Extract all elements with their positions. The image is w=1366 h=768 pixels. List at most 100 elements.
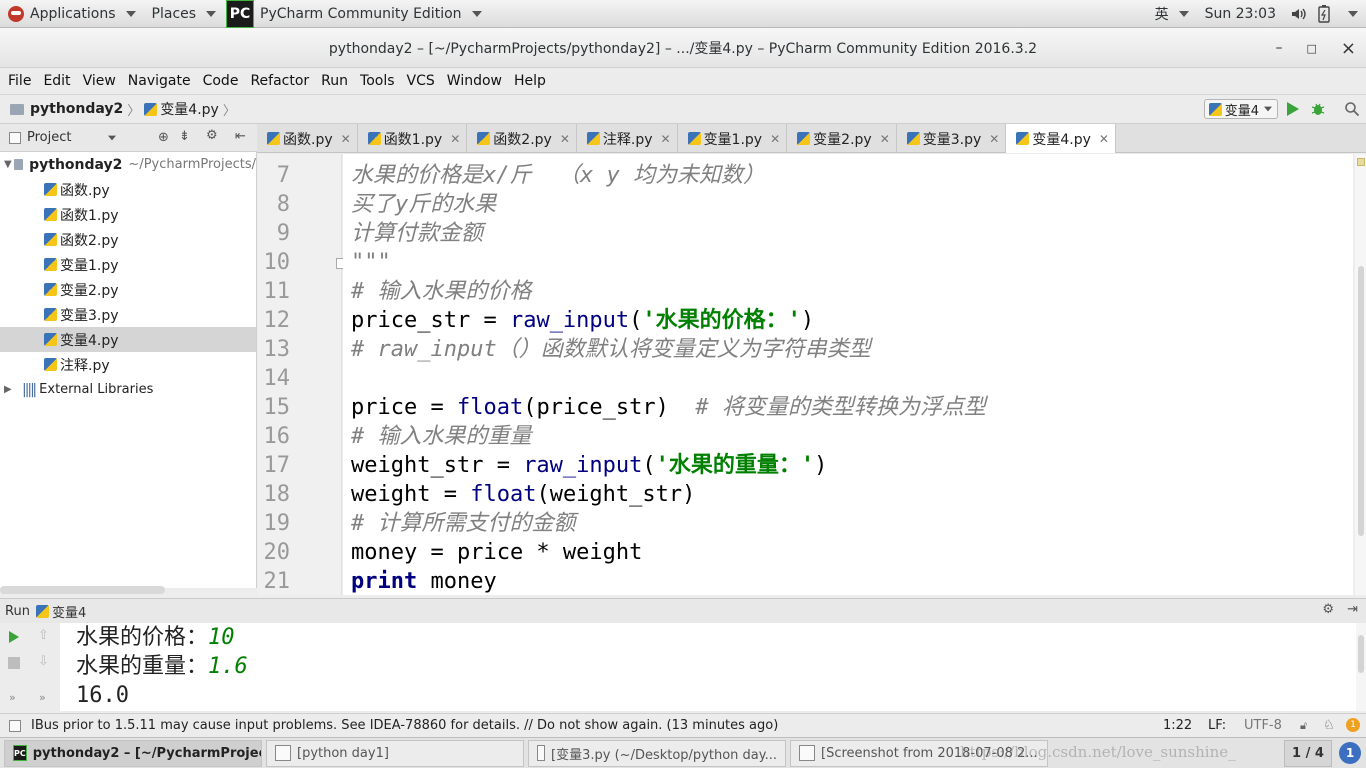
workspace-indicator[interactable]: 1 / 4 — [1284, 740, 1332, 767]
tree-file[interactable]: 函数1.py — [0, 202, 256, 227]
gear-icon[interactable]: ⚙ — [206, 128, 218, 143]
code-token: raw_input — [509, 308, 630, 333]
toggle-tool-windows-icon[interactable] — [9, 719, 21, 732]
tree-file[interactable]: 注释.py — [0, 352, 256, 377]
lock-icon[interactable]: 🔓︎ — [1300, 719, 1307, 733]
project-panel-title[interactable]: Project — [27, 130, 71, 145]
scroll-down-icon[interactable]: ⇩ — [38, 654, 49, 669]
menu-navigate[interactable]: Navigate — [122, 73, 197, 89]
close-tab-icon[interactable]: ✕ — [560, 132, 570, 146]
editor-tab[interactable]: 变量2.py ✕ — [787, 124, 897, 153]
applications-label: Applications — [30, 5, 116, 22]
console-vscrollbar[interactable] — [1356, 623, 1366, 711]
collapse-icon[interactable]: ⇟ — [179, 129, 190, 144]
expand-icon[interactable]: » — [39, 691, 46, 704]
editor-tab[interactable]: 变量3.py ✕ — [897, 124, 1007, 153]
task-item[interactable]: PC pythonday2 – [~/PycharmProject... — [4, 739, 262, 767]
gear-icon[interactable]: ⚙ — [1322, 602, 1334, 617]
system-menu[interactable] — [1336, 0, 1366, 28]
minimize-button[interactable]: – — [1276, 40, 1283, 56]
project-hscrollbar[interactable] — [0, 586, 165, 594]
image-viewer-icon — [799, 745, 815, 761]
menu-vcs[interactable]: VCS — [401, 73, 441, 89]
editor-tab[interactable]: 函数1.py ✕ — [358, 124, 468, 153]
run-config-name[interactable]: 变量4 — [52, 602, 86, 621]
tree-root[interactable]: ▼ pythonday2 ~/PycharmProjects/ — [0, 152, 256, 177]
editor-vscrollbar[interactable] — [1355, 154, 1366, 595]
tree-file[interactable]: 变量3.py — [0, 302, 256, 327]
battery-icon[interactable] — [1312, 0, 1336, 28]
debug-icon[interactable] — [1310, 101, 1326, 121]
rerun-icon[interactable] — [8, 630, 20, 648]
close-tab-icon[interactable]: ✕ — [341, 132, 351, 146]
maximize-button[interactable]: □ — [1307, 42, 1317, 55]
menu-code[interactable]: Code — [197, 73, 245, 89]
code-editor[interactable]: 水果的价格是x/斤 （x y 均为未知数） 买了y斤的水果 计算付款金额 """ # 输… — [343, 154, 1353, 595]
close-tab-icon[interactable]: ✕ — [450, 132, 460, 146]
clock[interactable]: Sun 23:03 — [1197, 0, 1284, 28]
line-number: 20 — [263, 540, 291, 565]
hide-panel-icon[interactable]: ⇥ — [1347, 602, 1358, 617]
close-tab-icon[interactable]: ✕ — [661, 132, 671, 146]
run-console[interactable]: 水果的价格：10 水果的重量：1.6 16.0 — [60, 623, 1356, 711]
file-encoding[interactable]: UTF-8 — [1244, 718, 1282, 733]
editor-gutter[interactable]: 7 8 9 10 11 12 13 14 15 16 17 18 19 20 21 — [258, 154, 347, 595]
app-menu[interactable]: PC PyCharm Community Edition — [224, 0, 489, 28]
tree-file[interactable]: 函数.py — [0, 177, 256, 202]
menu-refactor[interactable]: Refactor — [244, 73, 315, 89]
editor-tab[interactable]: 函数2.py ✕ — [467, 124, 577, 153]
expand-icon[interactable]: » — [9, 691, 16, 704]
menu-help[interactable]: Help — [508, 73, 552, 89]
applications-menu[interactable]: Applications — [0, 0, 144, 28]
tree-file[interactable]: 变量2.py — [0, 277, 256, 302]
editor-tab[interactable]: 注释.py ✕ — [577, 124, 678, 153]
code-line: weight_str = raw_input('水果的重量：') — [351, 451, 827, 480]
close-button[interactable]: × — [1341, 38, 1356, 59]
tree-file[interactable]: 函数2.py — [0, 227, 256, 252]
status-message[interactable]: IBus prior to 1.5.11 may cause input pro… — [31, 718, 778, 733]
locate-icon[interactable]: ⊕ — [158, 130, 169, 145]
line-number: 16 — [263, 424, 291, 449]
cursor-position[interactable]: 1:22 — [1163, 718, 1192, 733]
volume-icon[interactable] — [1284, 0, 1312, 28]
stop-icon[interactable] — [8, 657, 20, 673]
scroll-up-icon[interactable]: ⇧ — [38, 628, 49, 643]
breadcrumb-file[interactable]: 变量4.py — [160, 99, 219, 119]
close-tab-icon[interactable]: ✕ — [770, 132, 780, 146]
close-tab-icon[interactable]: ✕ — [880, 132, 890, 146]
chevron-down-icon[interactable] — [108, 135, 117, 140]
tree-external-libraries[interactable]: ▶ |||‖ External Libraries — [0, 377, 256, 402]
tree-file[interactable]: 变量1.py — [0, 252, 256, 277]
event-log-icon[interactable]: 1 — [1346, 718, 1360, 732]
code-token: # 输入水果的价格 — [351, 279, 532, 304]
inspector-icon[interactable]: ♘ — [1323, 718, 1335, 733]
tree-file-selected[interactable]: 变量4.py — [0, 327, 256, 352]
hide-icon[interactable]: ⇤ — [235, 129, 246, 144]
line-number: 8 — [276, 192, 290, 217]
notification-icon[interactable]: 1 — [1339, 742, 1361, 764]
places-menu[interactable]: Places — [144, 0, 225, 28]
breadcrumb-project[interactable]: pythonday2 — [30, 101, 123, 117]
editor-tab[interactable]: 变量1.py ✕ — [678, 124, 788, 153]
scroll-thumb[interactable] — [1358, 266, 1364, 536]
editor-tab-active[interactable]: 变量4.py ✕ — [1006, 124, 1116, 153]
menu-file[interactable]: File — [2, 73, 37, 89]
menu-edit[interactable]: Edit — [37, 73, 76, 89]
menu-tools[interactable]: Tools — [354, 73, 401, 89]
editor-tab[interactable]: 函数.py ✕ — [257, 124, 358, 153]
console-output: 16.0 — [76, 683, 129, 708]
menu-window[interactable]: Window — [441, 73, 508, 89]
close-tab-icon[interactable]: ✕ — [989, 132, 999, 146]
scroll-thumb[interactable] — [1358, 635, 1364, 673]
input-method-menu[interactable]: 英 — [1147, 0, 1197, 28]
search-icon[interactable] — [1344, 101, 1360, 121]
line-separator[interactable]: LF: — [1208, 718, 1226, 733]
run-config-select[interactable]: 变量4 — [1203, 99, 1278, 119]
run-icon[interactable] — [1286, 101, 1300, 121]
menu-run[interactable]: Run — [315, 73, 354, 89]
menu-view[interactable]: View — [77, 73, 122, 89]
task-item[interactable]: [python day1] — [266, 739, 524, 767]
close-tab-icon[interactable]: ✕ — [1099, 132, 1109, 146]
task-item[interactable]: [变量3.py (~/Desktop/python day... — [528, 739, 786, 767]
code-token: 计算付款金额 — [351, 221, 484, 246]
